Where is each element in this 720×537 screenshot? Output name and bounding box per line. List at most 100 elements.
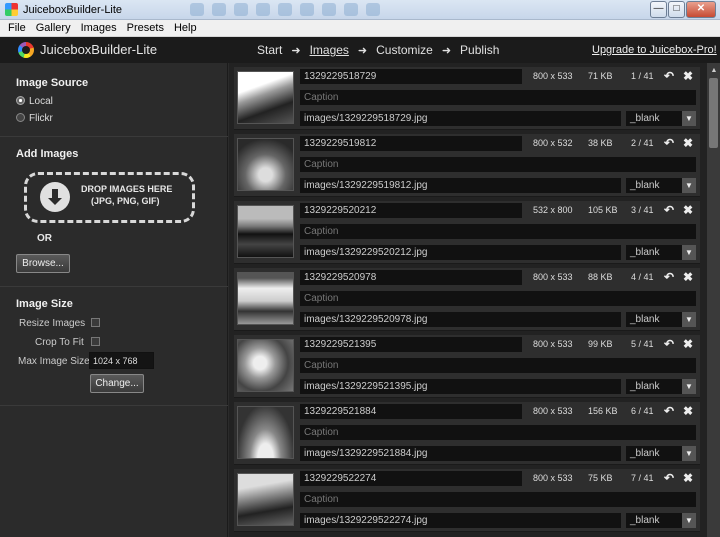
maximize-button[interactable]: □ — [668, 1, 685, 18]
step-start[interactable]: Start — [257, 43, 282, 57]
close-x-icon[interactable]: ✖ — [683, 203, 693, 217]
close-x-icon[interactable]: ✖ — [683, 404, 693, 418]
minimize-button[interactable]: — — [650, 1, 667, 18]
link-target-select[interactable]: _blank ▼ — [626, 111, 696, 126]
caption-field[interactable]: Caption — [300, 291, 696, 306]
arrow-right-icon: ➜ — [441, 45, 452, 57]
chevron-down-icon[interactable]: ▼ — [682, 312, 696, 327]
close-x-icon[interactable]: ✖ — [683, 337, 693, 351]
divider — [0, 405, 228, 406]
link-url-field[interactable]: images/1329229520978.jpg — [300, 312, 621, 327]
link-target-select[interactable]: _blank ▼ — [626, 245, 696, 260]
link-url-field[interactable]: images/1329229522274.jpg — [300, 513, 621, 528]
image-row[interactable]: 1329229522274 800 x 533 75 KB 7 / 41 ↶ ✖… — [234, 469, 700, 532]
image-title-field[interactable]: 1329229522274 — [300, 471, 522, 486]
link-url-field[interactable]: images/1329229518729.jpg — [300, 111, 621, 126]
image-thumbnail[interactable] — [237, 138, 294, 191]
link-url-field[interactable]: images/1329229520212.jpg — [300, 245, 621, 260]
radio-flickr[interactable]: Flickr — [16, 113, 53, 124]
chevron-down-icon[interactable]: ▼ — [682, 178, 696, 193]
image-title-field[interactable]: 1329229519812 — [300, 136, 522, 151]
menu-gallery[interactable]: Gallery — [31, 20, 76, 37]
image-row[interactable]: 1329229518729 800 x 533 71 KB 1 / 41 ↶ ✖… — [234, 67, 700, 130]
image-row[interactable]: 1329229520978 800 x 533 88 KB 4 / 41 ↶ ✖… — [234, 268, 700, 331]
image-index: 2 / 41 — [631, 138, 654, 148]
image-thumbnail[interactable] — [237, 473, 294, 526]
vertical-scrollbar[interactable]: ▲ — [706, 63, 720, 537]
image-thumbnail[interactable] — [237, 205, 294, 258]
image-row[interactable]: 1329229521395 800 x 533 99 KB 5 / 41 ↶ ✖… — [234, 335, 700, 398]
caption-field[interactable]: Caption — [300, 90, 696, 105]
link-url-field[interactable]: images/1329229521884.jpg — [300, 446, 621, 461]
link-target-select[interactable]: _blank ▼ — [626, 379, 696, 394]
link-target-select[interactable]: _blank ▼ — [626, 312, 696, 327]
undo-arrow-icon[interactable]: ↶ — [664, 337, 674, 351]
image-title-field[interactable]: 1329229521395 — [300, 337, 522, 352]
undo-arrow-icon[interactable]: ↶ — [664, 69, 674, 83]
image-thumbnail[interactable] — [237, 406, 294, 459]
link-target-select[interactable]: _blank ▼ — [626, 513, 696, 528]
upgrade-link[interactable]: Upgrade to Juicebox-Pro! — [592, 44, 717, 56]
close-window-button[interactable]: ✕ — [686, 1, 716, 18]
undo-arrow-icon[interactable]: ↶ — [664, 270, 674, 284]
radio-local[interactable]: Local — [16, 96, 53, 107]
caption-field[interactable]: Caption — [300, 425, 696, 440]
close-x-icon[interactable]: ✖ — [683, 69, 693, 83]
image-row[interactable]: 1329229521884 800 x 533 156 KB 6 / 41 ↶ … — [234, 402, 700, 465]
chevron-down-icon[interactable]: ▼ — [682, 111, 696, 126]
chevron-down-icon[interactable]: ▼ — [682, 379, 696, 394]
image-thumbnail[interactable] — [237, 272, 294, 325]
change-size-button[interactable]: Change... — [90, 374, 144, 393]
image-row[interactable]: 1329229519812 800 x 532 38 KB 2 / 41 ↶ ✖… — [234, 134, 700, 197]
caption-field[interactable]: Caption — [300, 157, 696, 172]
menu-presets[interactable]: Presets — [122, 20, 169, 37]
scroll-up-arrow-icon[interactable]: ▲ — [708, 65, 720, 77]
resize-images-checkbox[interactable] — [91, 318, 100, 327]
link-target-value: _blank — [630, 448, 660, 459]
undo-arrow-icon[interactable]: ↶ — [664, 136, 674, 150]
menu-bar: File Gallery Images Presets Help — [0, 20, 720, 37]
caption-field[interactable]: Caption — [300, 492, 696, 507]
link-target-select[interactable]: _blank ▼ — [626, 446, 696, 461]
scrollbar-thumb[interactable] — [709, 78, 718, 148]
image-title-field[interactable]: 1329229520978 — [300, 270, 522, 285]
image-filesize: 105 KB — [588, 205, 618, 215]
divider — [0, 136, 228, 137]
browse-button[interactable]: Browse... — [16, 254, 70, 273]
chevron-down-icon[interactable]: ▼ — [682, 245, 696, 260]
image-title-field[interactable]: 1329229520212 — [300, 203, 522, 218]
drop-zone[interactable]: DROP IMAGES HERE (JPG, PNG, GIF) — [24, 172, 195, 223]
chevron-down-icon[interactable]: ▼ — [682, 446, 696, 461]
close-x-icon[interactable]: ✖ — [683, 136, 693, 150]
image-dimensions: 800 x 533 — [533, 71, 573, 81]
resize-images-label: Resize Images — [19, 318, 86, 329]
undo-arrow-icon[interactable]: ↶ — [664, 203, 674, 217]
menu-file[interactable]: File — [0, 20, 31, 37]
menu-help[interactable]: Help — [169, 20, 202, 37]
crop-to-fit-checkbox[interactable] — [91, 337, 100, 346]
step-customize[interactable]: Customize — [376, 43, 433, 57]
step-publish[interactable]: Publish — [460, 43, 499, 57]
caption-field[interactable]: Caption — [300, 224, 696, 239]
step-images[interactable]: Images — [310, 43, 349, 57]
max-image-size-field[interactable]: 1024 x 768 — [89, 352, 154, 369]
chevron-down-icon[interactable]: ▼ — [682, 513, 696, 528]
window-title: JuiceboxBuilder-Lite — [23, 4, 123, 16]
undo-arrow-icon[interactable]: ↶ — [664, 471, 674, 485]
app-name: JuiceboxBuilder-Lite — [40, 42, 158, 57]
link-url-field[interactable]: images/1329229519812.jpg — [300, 178, 621, 193]
image-thumbnail[interactable] — [237, 71, 294, 124]
image-title-field[interactable]: 1329229521884 — [300, 404, 522, 419]
link-target-value: _blank — [630, 113, 660, 124]
close-x-icon[interactable]: ✖ — [683, 270, 693, 284]
image-row[interactable]: 1329229520212 532 x 800 105 KB 3 / 41 ↶ … — [234, 201, 700, 264]
menu-images[interactable]: Images — [76, 20, 122, 37]
link-target-select[interactable]: _blank ▼ — [626, 178, 696, 193]
link-target-value: _blank — [630, 381, 660, 392]
image-thumbnail[interactable] — [237, 339, 294, 392]
close-x-icon[interactable]: ✖ — [683, 471, 693, 485]
image-title-field[interactable]: 1329229518729 — [300, 69, 522, 84]
caption-field[interactable]: Caption — [300, 358, 696, 373]
undo-arrow-icon[interactable]: ↶ — [664, 404, 674, 418]
link-url-field[interactable]: images/1329229521395.jpg — [300, 379, 621, 394]
